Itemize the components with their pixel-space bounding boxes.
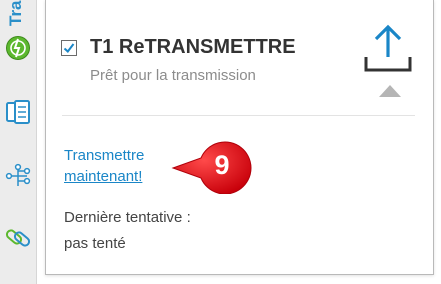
select-checkbox[interactable] [61, 40, 77, 56]
checkmark-icon [63, 43, 75, 53]
documents-icon[interactable] [4, 98, 32, 126]
callout-number: 9 [214, 150, 230, 180]
transmission-card: T1 ReTRANSMETTRE Prêt pour la transmissi… [45, 0, 434, 275]
workflow-icon[interactable] [4, 162, 32, 190]
transmit-now-link-line1[interactable]: Transmettre [64, 145, 184, 166]
upload-icon[interactable] [362, 24, 414, 72]
card-status: Prêt pour la transmission [90, 67, 256, 84]
attachment-icon[interactable] [4, 224, 32, 252]
divider [62, 115, 415, 116]
last-attempt-value: pas tenté [64, 235, 126, 252]
last-attempt-label: Dernière tentative : [64, 209, 191, 226]
sidebar: Tra [0, 0, 37, 284]
transmission-status-icon[interactable] [4, 34, 32, 62]
sidebar-tab-transmission[interactable]: Tra [4, 0, 28, 30]
transmit-now-link[interactable]: Transmettre maintenant! [64, 145, 184, 187]
chevron-up-icon[interactable] [379, 82, 401, 98]
card-title: T1 ReTRANSMETTRE [90, 36, 296, 58]
transmit-now-link-line2[interactable]: maintenant! [64, 166, 184, 187]
